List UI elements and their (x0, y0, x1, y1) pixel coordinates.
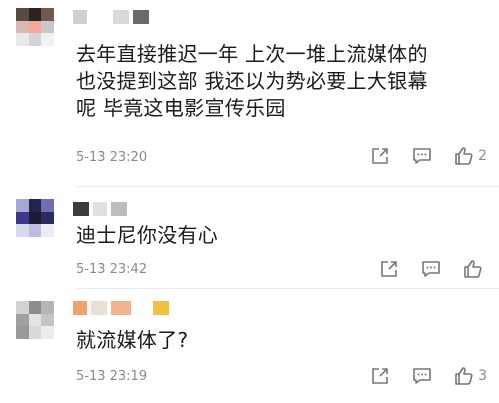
avatar-pixel (28, 20, 42, 34)
username-redaction-block (73, 10, 87, 24)
username-redaction-block (91, 10, 109, 24)
comment-timestamp: 5-13 23:42 (76, 262, 148, 277)
avatar-pixel (41, 199, 54, 212)
share-button[interactable] (370, 366, 390, 386)
avatar-pixel (41, 20, 54, 34)
share-icon (381, 261, 397, 277)
comment-item: 迪士尼你没有心 5-13 23:42 (0, 188, 499, 288)
username[interactable] (73, 8, 149, 26)
like-count: 2 (478, 148, 487, 164)
avatar-pixel (16, 199, 29, 212)
username-redaction-block (73, 301, 87, 315)
comment-item: 就流媒体了? 5-13 23:19 3 (0, 290, 499, 403)
avatar-pixel (28, 199, 42, 212)
share-button[interactable] (370, 146, 390, 166)
comment-text: 就流媒体了? (76, 328, 189, 352)
username-redaction-block (133, 10, 149, 24)
avatar-pixel (41, 313, 54, 327)
comment-icon (413, 148, 431, 164)
avatar[interactable] (16, 301, 54, 339)
avatar-pixel (16, 313, 29, 327)
avatar-pixel (41, 33, 54, 46)
username-redaction-block (73, 202, 89, 216)
username-redaction-block (93, 202, 107, 216)
avatar-pixel (41, 326, 54, 339)
avatar-pixel (16, 211, 29, 225)
username-redaction-block (135, 301, 149, 315)
avatar-pixel (28, 8, 42, 21)
comment-icon (422, 261, 440, 277)
divider (76, 288, 499, 289)
avatar-pixel (41, 301, 54, 314)
username-redaction-block (113, 10, 129, 24)
avatar-pixel (41, 8, 54, 21)
avatar-pixel (28, 224, 42, 237)
like-button[interactable]: 3 (454, 366, 487, 386)
avatar-pixel (16, 301, 29, 314)
username[interactable] (73, 200, 127, 218)
thumbs-up-icon (455, 367, 473, 385)
comment-actions (357, 259, 487, 279)
username[interactable] (73, 299, 169, 317)
avatar-pixel (16, 224, 29, 237)
like-count: 3 (478, 368, 487, 384)
avatar-pixel (41, 224, 54, 237)
avatar-pixel (28, 313, 42, 327)
comment-button[interactable] (412, 146, 432, 166)
avatar-pixel (16, 33, 29, 46)
avatar-pixel (16, 20, 29, 34)
avatar[interactable] (16, 8, 54, 46)
comment-actions: 3 (348, 366, 487, 386)
comment-actions: 2 (348, 146, 487, 166)
thumbs-up-icon (455, 147, 473, 165)
comment-timestamp: 5-13 23:20 (76, 150, 148, 165)
avatar[interactable] (16, 199, 54, 237)
share-button[interactable] (379, 259, 399, 279)
like-button[interactable]: 2 (454, 146, 487, 166)
thumbs-up-icon (464, 260, 482, 278)
comment-button[interactable] (421, 259, 441, 279)
divider (76, 186, 499, 187)
avatar-pixel (16, 326, 29, 339)
avatar-pixel (28, 301, 42, 314)
username-redaction-block (111, 202, 127, 216)
share-icon (372, 368, 388, 384)
username-redaction-block (111, 301, 131, 315)
comment-button[interactable] (412, 366, 432, 386)
avatar-pixel (16, 8, 29, 21)
comment-item: 去年直接推迟一年 上次一堆上流媒体的 也没提到这部 我还以为势必要上大银幕 呢 … (0, 0, 499, 175)
username-redaction-block (153, 301, 169, 315)
comment-text: 迪士尼你没有心 (76, 223, 219, 247)
comment-icon (413, 368, 431, 384)
avatar-pixel (28, 33, 42, 46)
avatar-pixel (28, 326, 42, 339)
comment-text: 去年直接推迟一年 上次一堆上流媒体的 也没提到这部 我还以为势必要上大银幕 呢 … (76, 42, 428, 120)
username-redaction-block (91, 301, 107, 315)
avatar-pixel (41, 211, 54, 225)
like-button[interactable] (463, 259, 487, 279)
comment-timestamp: 5-13 23:19 (76, 369, 148, 384)
avatar-pixel (28, 211, 42, 225)
share-icon (372, 148, 388, 164)
